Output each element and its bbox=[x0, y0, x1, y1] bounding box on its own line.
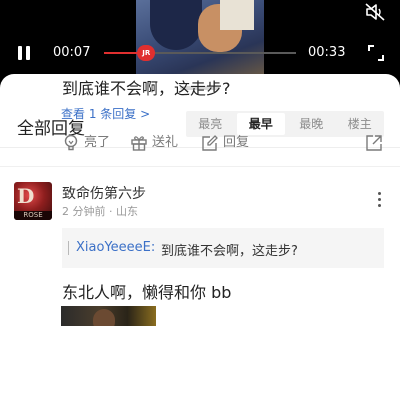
current-time: 00:07 bbox=[53, 45, 91, 60]
share-icon bbox=[366, 135, 382, 151]
comment-divider bbox=[0, 166, 400, 167]
speaker-muted-icon[interactable] bbox=[364, 2, 386, 22]
gift-icon bbox=[131, 136, 147, 151]
avatar-caption: ROSE bbox=[14, 211, 52, 220]
reply-label: 回复 bbox=[223, 135, 250, 150]
progress-thumb[interactable]: JR bbox=[137, 45, 156, 61]
comment-text: 到底谁不会啊，这走步? bbox=[62, 79, 231, 98]
avatar[interactable]: D ROSE bbox=[14, 182, 52, 220]
video-frame bbox=[136, 0, 264, 78]
player-controls: 00:07 JR 00:33 bbox=[0, 40, 400, 66]
share-button[interactable] bbox=[365, 132, 385, 154]
gift-label: 送礼 bbox=[152, 135, 179, 150]
progress-track[interactable] bbox=[104, 52, 296, 54]
quoted-username[interactable]: XiaoYeeeeE: bbox=[76, 240, 155, 255]
more-options-icon[interactable] bbox=[377, 192, 383, 208]
comment-image[interactable] bbox=[61, 306, 156, 326]
duration: 00:33 bbox=[308, 45, 346, 60]
fullscreen-icon[interactable] bbox=[367, 44, 385, 62]
avatar-logo-icon: D bbox=[17, 184, 35, 208]
pause-icon[interactable] bbox=[16, 45, 32, 61]
comment-username[interactable]: 致命伤第六步 bbox=[62, 183, 146, 203]
comment-text: 东北人啊，懒得和你 bb bbox=[62, 283, 232, 302]
quoted-text: 到底谁不会啊，这走步? bbox=[161, 244, 298, 259]
light-label: 亮了 bbox=[84, 135, 111, 150]
view-replies-link[interactable]: 查看 1 条回复 > bbox=[61, 105, 150, 122]
quote-bar bbox=[68, 241, 69, 255]
lightbulb-icon bbox=[64, 134, 78, 151]
comment-actions: 亮了 送礼 回复 bbox=[62, 132, 384, 154]
comment-meta: 2 分钟前 · 山东 bbox=[62, 205, 138, 218]
quoted-comment[interactable]: XiaoYeeeeE: 到底谁不会啊，这走步? bbox=[62, 228, 384, 268]
edit-icon bbox=[202, 135, 218, 151]
